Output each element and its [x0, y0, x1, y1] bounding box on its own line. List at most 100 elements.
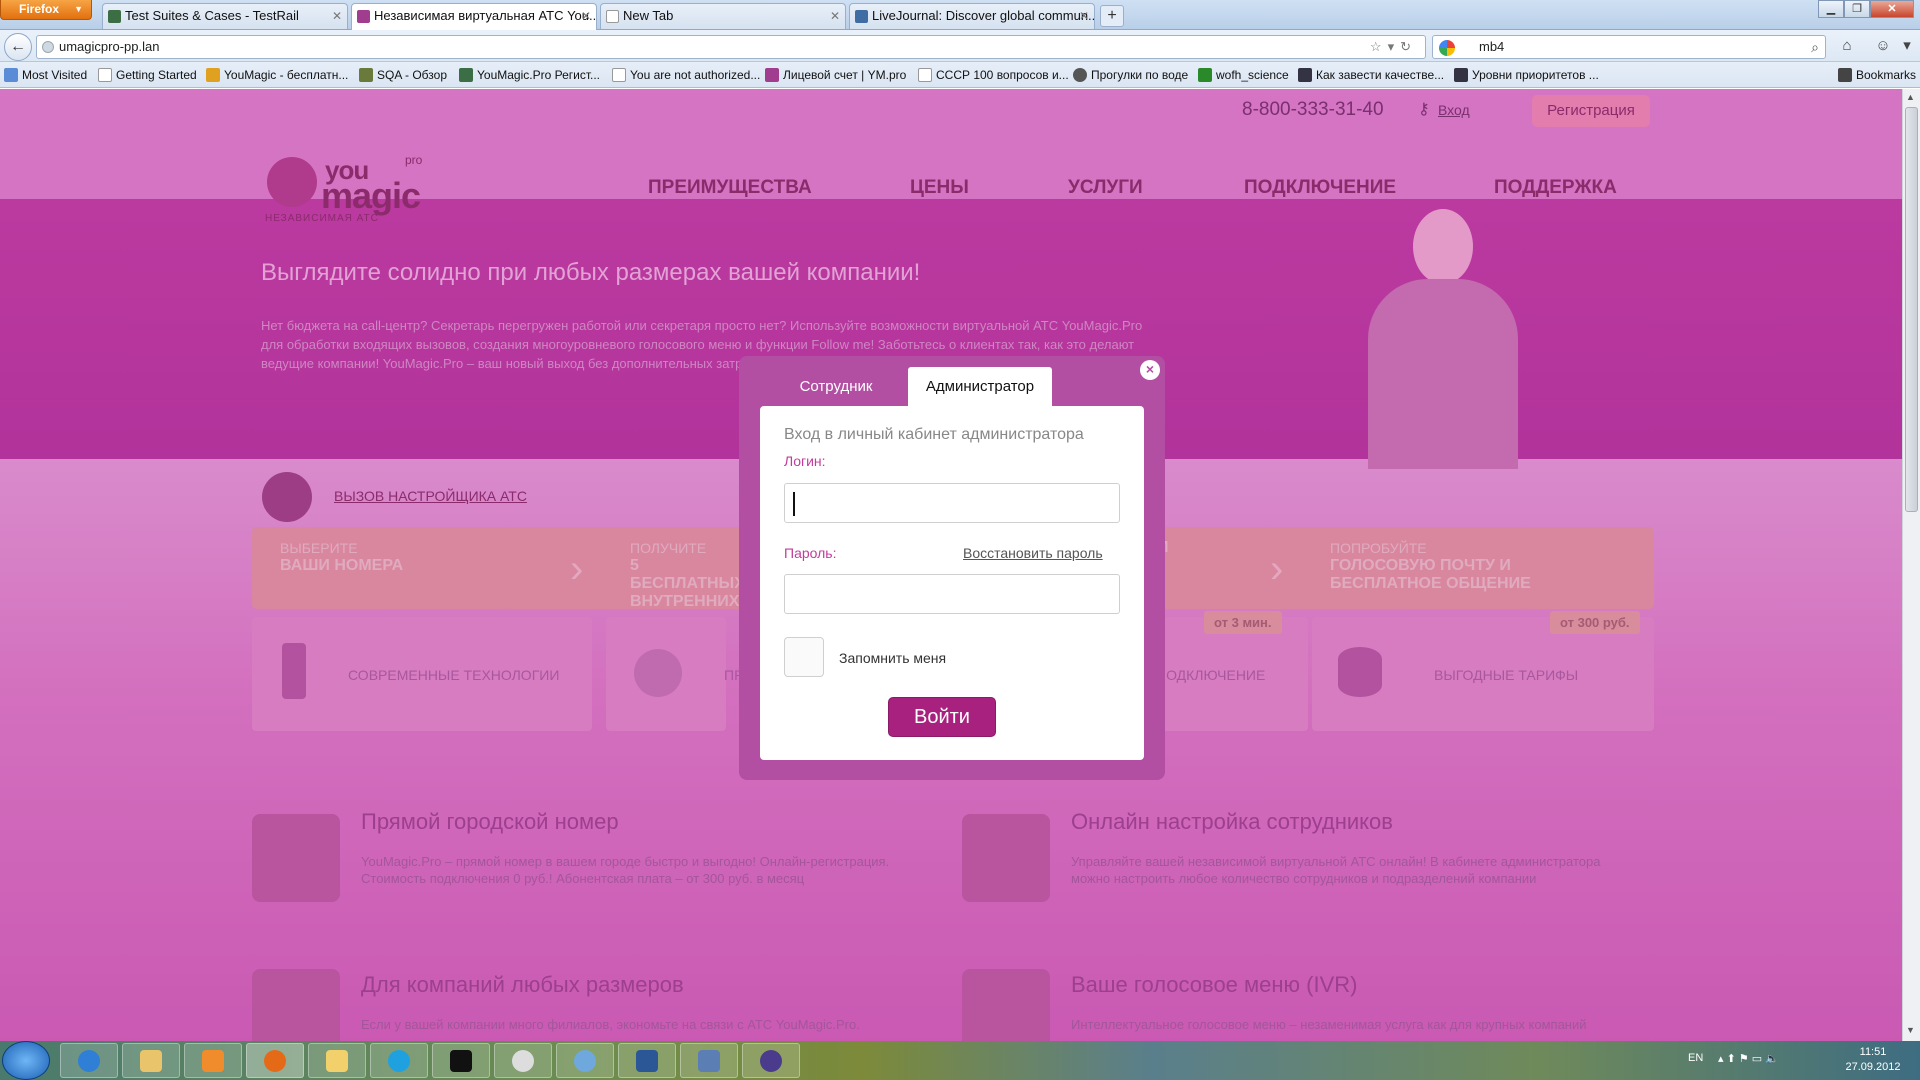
tools-icon [1454, 68, 1468, 82]
nav-connection[interactable]: ПОДКЛЮЧЕНИЕ [1244, 177, 1396, 199]
firefox-menu-button[interactable]: Firefox ▼ [0, 0, 92, 20]
ie-taskbar-button[interactable] [60, 1043, 118, 1078]
mail-taskbar-button[interactable] [308, 1043, 366, 1078]
tree-menu-icon [962, 969, 1050, 1041]
text-cursor [793, 492, 795, 516]
tab-label: New Tab [623, 8, 674, 23]
bookmark-item[interactable]: YouMagic - бесплатн... [206, 67, 348, 83]
maximize-button[interactable]: ❐ [1844, 0, 1870, 18]
new-tab-button[interactable]: + [1100, 5, 1124, 27]
start-button[interactable] [2, 1041, 50, 1080]
close-icon[interactable]: ✕ [332, 4, 342, 28]
service-title[interactable]: Прямой городской номер [361, 809, 619, 835]
scroll-up-icon[interactable]: ▲ [1906, 92, 1915, 102]
app-icon [574, 1050, 596, 1072]
chevron-down-icon[interactable]: ▾ [1896, 35, 1918, 57]
close-icon[interactable]: ✕ [1079, 4, 1089, 28]
chevron-right-icon: › [570, 547, 584, 591]
tray-icons[interactable]: ▴ ⬆ ⚑ ▭ 🔈 [1718, 1052, 1779, 1065]
nav-prices[interactable]: ЦЕНЫ [910, 177, 969, 199]
eclipse-taskbar-button[interactable] [742, 1043, 800, 1078]
close-icon[interactable]: ✕ [830, 4, 840, 28]
search-box[interactable]: mb4 ⌕ [1432, 35, 1826, 59]
app-taskbar-button[interactable] [556, 1043, 614, 1078]
address-bar[interactable]: umagicpro-pp.lan ☆▾↻ [36, 35, 1426, 59]
password-input[interactable] [784, 574, 1120, 614]
explorer-taskbar-button[interactable] [122, 1043, 180, 1078]
virtualbox-taskbar-button[interactable] [680, 1043, 738, 1078]
alien-icon [512, 1050, 534, 1072]
language-indicator[interactable]: EN [1688, 1052, 1703, 1064]
back-button[interactable]: ← [4, 33, 32, 61]
service-title[interactable]: Для компаний любых размеров [361, 972, 684, 998]
window-close-button[interactable]: ✕ [1870, 0, 1914, 18]
setup-link[interactable]: ВЫЗОВ НАСТРОЙЩИКА АТС [334, 488, 527, 504]
register-button[interactable]: Регистрация [1532, 95, 1650, 127]
tab-administrator[interactable]: Администратор [908, 367, 1052, 407]
firefox-label: Firefox [19, 2, 60, 16]
bookmark-item[interactable]: Прогулки по воде [1073, 67, 1188, 83]
service-title[interactable]: Онлайн настройка сотрудников [1071, 809, 1393, 835]
tab-testrail[interactable]: Test Suites & Cases - TestRail ✕ [102, 3, 348, 29]
folder-icon [140, 1050, 162, 1072]
tab-label: Test Suites & Cases - TestRail [125, 8, 299, 23]
step-item: ПОПРОБУЙТЕ ГОЛОСОВУЮ ПОЧТУ И БЕСПЛАТНОЕ О… [1330, 540, 1531, 592]
feature-card: от 3 мин. ПОДКЛЮЧЕНИЕ [1148, 611, 1308, 731]
clock[interactable]: 11:51 27.09.2012 [1838, 1045, 1908, 1075]
search-icon[interactable]: ⌕ [1811, 36, 1819, 58]
bookmark-item[interactable]: wofh_science [1198, 67, 1289, 83]
modal-close-icon[interactable]: × [1140, 360, 1160, 380]
close-icon[interactable]: ✕ [581, 4, 591, 28]
bookmark-item[interactable]: СССР 100 вопросов и... [918, 67, 1069, 83]
login-submit-button[interactable]: Войти [888, 697, 996, 737]
windows-taskbar: EN ▴ ⬆ ⚑ ▭ 🔈 11:51 27.09.2012 [0, 1041, 1920, 1080]
bookmark-item[interactable]: Уровни приоритетов ... [1454, 67, 1599, 83]
service-text: YouMagic.Pro – прямой номер в вашем горо… [361, 854, 890, 886]
login-input[interactable] [784, 483, 1120, 523]
setup-icon [262, 472, 312, 522]
remember-me-checkbox[interactable] [784, 637, 824, 677]
bookmark-item[interactable]: SQA - Обзор [359, 67, 447, 83]
media-taskbar-button[interactable] [184, 1043, 242, 1078]
youmagic-icon [765, 68, 779, 82]
bookmark-star-icon[interactable]: ☆▾↻ [1370, 36, 1417, 58]
page-scrollbar[interactable]: ▲ ▼ [1902, 89, 1920, 1041]
search-input[interactable]: mb4 [1479, 39, 1504, 54]
firefox-taskbar-button[interactable] [246, 1043, 304, 1078]
tab-livejournal[interactable]: LiveJournal: Discover global commun... ✕ [849, 3, 1095, 29]
restore-password-link[interactable]: Восстановить пароль [963, 545, 1103, 561]
logo[interactable]: you magic pro НЕЗАВИСИМАЯ АТС [265, 149, 435, 229]
service-title[interactable]: Ваше голосовое меню (IVR) [1071, 972, 1357, 998]
scroll-down-icon[interactable]: ▼ [1906, 1025, 1915, 1035]
firefox-icon [264, 1050, 286, 1072]
scrollbar-thumb[interactable] [1905, 107, 1918, 512]
bookmark-item[interactable]: Лицевой счет | YM.pro [765, 67, 906, 83]
home-icon[interactable]: ⌂ [1836, 35, 1858, 57]
app-taskbar-button[interactable] [494, 1043, 552, 1078]
word-icon [636, 1050, 658, 1072]
logo-pro: pro [405, 153, 423, 167]
skype-taskbar-button[interactable] [370, 1043, 428, 1078]
terminal-icon [450, 1050, 472, 1072]
bookmark-item[interactable]: You are not authorized... [612, 67, 760, 83]
tab-youmagic[interactable]: Независимая виртуальная АТС You... ✕ [351, 3, 597, 30]
nav-services[interactable]: УСЛУГИ [1068, 177, 1143, 199]
login-link[interactable]: Вход [1438, 102, 1470, 118]
nav-support[interactable]: ПОДДЕРЖКА [1494, 177, 1617, 199]
bookmark-item[interactable]: YouMagic.Pro Регист... [459, 67, 600, 83]
tab-new-tab[interactable]: New Tab ✕ [600, 3, 846, 29]
addon-icon[interactable]: ☺ [1872, 35, 1894, 57]
minimize-button[interactable]: ▁ [1818, 0, 1844, 18]
tab-employee[interactable]: Сотрудник [776, 367, 896, 407]
login-form-title: Вход в личный кабинет администратора [784, 426, 1084, 443]
nav-advantages[interactable]: ПРЕИМУЩЕСТВА [648, 177, 812, 199]
cmd-taskbar-button[interactable] [432, 1043, 490, 1078]
person-icon [1073, 68, 1087, 82]
bookmarks-menu[interactable]: Bookmarks [1838, 67, 1916, 83]
bookmarks-icon [1838, 68, 1852, 82]
word-taskbar-button[interactable] [618, 1043, 676, 1078]
service-text: Если у вашей компании много филиалов, эк… [361, 1017, 860, 1032]
bookmark-item[interactable]: Most Visited [4, 67, 87, 83]
bookmark-item[interactable]: Getting Started [98, 67, 197, 83]
bookmark-item[interactable]: Как завести качестве... [1298, 67, 1444, 83]
